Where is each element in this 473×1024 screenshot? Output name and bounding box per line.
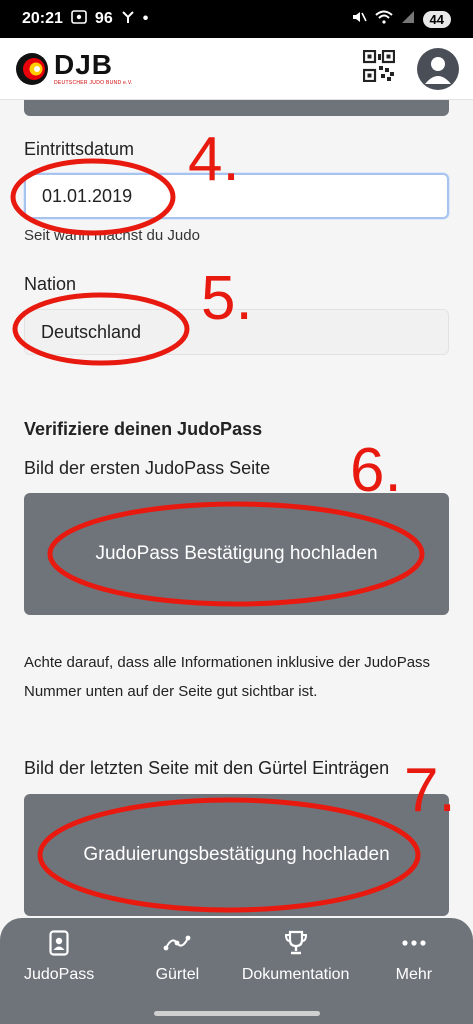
home-indicator[interactable]: [154, 1011, 320, 1016]
wifi-icon: [374, 10, 393, 29]
annotation-number-7: 7.: [404, 756, 456, 825]
djb-logo-mark-icon: [14, 51, 50, 87]
id-card-icon: [49, 930, 69, 956]
entry-date-help: Seit wann machst du Judo: [24, 227, 200, 244]
nation-label: Nation: [24, 274, 77, 294]
nav-item-mehr[interactable]: Mehr: [355, 930, 473, 1024]
mute-icon: [351, 10, 367, 29]
antenna-icon: [121, 10, 135, 29]
cell-signal-icon: [401, 10, 415, 29]
logo-subtitle: DEUTSCHER JUDO BUND e.V.: [54, 80, 133, 86]
verify-section-title: Verifiziere deinen JudoPass: [24, 419, 263, 439]
djb-logo[interactable]: DJB DEUTSCHER JUDO BUND e.V.: [14, 51, 133, 87]
more-dots-icon: [402, 930, 426, 956]
nav-label-dokumentation: Dokumentation: [241, 966, 350, 983]
first-page-label: Bild der ersten JudoPass Seite: [24, 458, 271, 478]
screenshot-icon: [71, 9, 87, 29]
nav-label-mehr: Mehr: [395, 966, 433, 983]
bottom-navigation: JudoPass Gürtel Dokumentation Mehr: [0, 918, 473, 1024]
qr-code-icon[interactable]: [362, 49, 396, 87]
last-page-label: Bild der letzten Seite mit den Gürtel Ei…: [24, 758, 390, 778]
notification-dot-icon: •: [142, 10, 149, 27]
status-signal-number: 96: [94, 10, 113, 27]
previous-section-panel: [24, 100, 449, 116]
status-bar: 20:21 96 • 44: [0, 0, 473, 38]
entry-date-label: Eintrittsdatum: [24, 139, 135, 159]
annotation-number-6: 6.: [350, 436, 402, 505]
belt-path-icon: [163, 930, 191, 956]
status-time: 20:21: [22, 10, 63, 27]
nav-item-dokumentation[interactable]: Dokumentation: [237, 930, 355, 1024]
nav-item-judopass[interactable]: JudoPass: [0, 930, 118, 1024]
battery-indicator: 44: [422, 10, 451, 28]
upload-judopass-button[interactable]: JudoPass Bestätigung hochladen: [24, 493, 449, 615]
logo-title: DJB: [54, 49, 114, 80]
app-header: DJB DEUTSCHER JUDO BUND e.V.: [0, 38, 473, 100]
nav-item-guertel[interactable]: Gürtel: [118, 930, 236, 1024]
nav-label-judopass: JudoPass: [23, 966, 95, 983]
annotation-number-5: 5.: [201, 264, 253, 333]
judopass-note: Achte darauf, dass alle Informationen in…: [24, 654, 431, 700]
nav-label-guertel: Gürtel: [155, 966, 200, 983]
upload-grade-button[interactable]: Graduierungsbestätigung hochladen: [24, 794, 449, 916]
user-avatar-icon[interactable]: [417, 47, 459, 90]
annotation-number-4: 4.: [188, 125, 240, 194]
trophy-icon: [284, 930, 308, 956]
